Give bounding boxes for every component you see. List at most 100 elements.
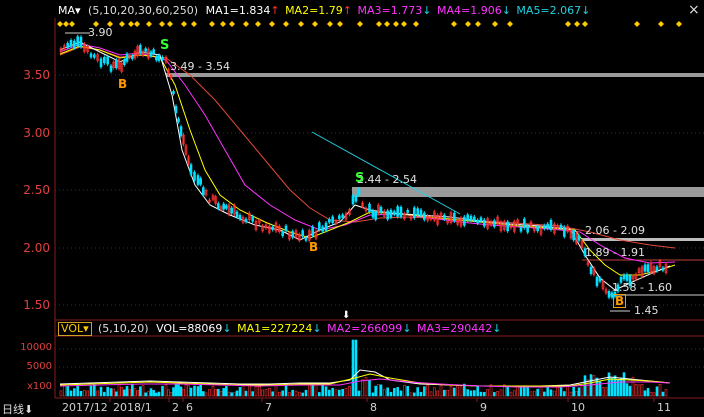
candle-body	[149, 51, 153, 57]
volume-bar	[204, 392, 208, 397]
volume-bar	[449, 385, 453, 397]
volume-bar	[139, 386, 142, 397]
candle-body	[406, 210, 409, 213]
volume-bar	[423, 386, 426, 397]
stock-chart[interactable]	[0, 0, 704, 417]
cursor-down-arrow-icon: ⬇	[342, 310, 351, 321]
candle-body	[225, 205, 228, 209]
signal-diamond	[413, 21, 419, 27]
period-arrow-icon: ⬇	[24, 403, 34, 416]
volume-bar	[222, 388, 225, 397]
volume-bar	[374, 385, 377, 397]
time-label-10: 10	[571, 401, 585, 414]
volume-bar	[563, 391, 566, 397]
volume-bar	[566, 385, 569, 397]
volume-bar	[513, 390, 516, 397]
candle-body	[115, 59, 118, 69]
vol-tick-5000: 5000	[26, 361, 52, 372]
signal-diamond	[243, 21, 249, 27]
volume-bar	[509, 391, 513, 397]
candle-body	[416, 208, 419, 216]
volume-bar	[294, 390, 298, 397]
ma-selector[interactable]: MA▾	[58, 4, 81, 17]
volume-bar	[208, 389, 211, 397]
candle-body	[311, 226, 314, 237]
volume-bar	[106, 386, 109, 397]
volume-bar	[261, 389, 264, 397]
candle-body	[589, 266, 593, 274]
buy-signal-3[interactable]: B	[613, 294, 627, 308]
volume-bar	[164, 384, 168, 397]
candle-body	[443, 214, 446, 220]
volume-bar	[569, 391, 573, 397]
vol-tick-x100: x100	[26, 381, 52, 392]
buy-signal-2[interactable]: B	[309, 240, 318, 254]
volume-bar	[371, 392, 375, 397]
candle-body	[155, 56, 158, 61]
period-selector[interactable]: 日线⬇	[2, 401, 33, 417]
candle-body	[193, 171, 196, 181]
range-label-1: 3.49 - 3.54	[170, 60, 230, 73]
volume-bar	[413, 392, 416, 397]
volume-bar	[439, 385, 443, 397]
ma1-arrow: ↑	[270, 4, 280, 17]
buy-signal-1[interactable]: B	[118, 77, 127, 91]
signal-diamond	[220, 21, 226, 27]
volume-bar	[619, 377, 623, 397]
volume-bar	[238, 387, 242, 397]
volume-bar	[640, 384, 644, 397]
volume-bar	[331, 387, 334, 397]
signal-diamond	[167, 21, 173, 27]
ma2-value: MA2=1.79	[285, 4, 343, 17]
candle-body	[331, 216, 334, 224]
volume-legend: (5,10,20) VOL=88069↓ MA1=227224↓ MA2=266…	[98, 322, 501, 336]
volume-bar	[301, 392, 304, 397]
sell-signal-2[interactable]: S	[355, 171, 364, 186]
candle-body	[473, 216, 476, 221]
volume-bar	[403, 385, 406, 397]
signal-diamond	[384, 21, 390, 27]
volume-bar	[311, 383, 314, 397]
candle-body	[230, 207, 233, 214]
volume-bar	[604, 387, 608, 397]
signal-diamond	[475, 21, 481, 27]
volume-bar	[281, 390, 284, 397]
close-icon[interactable]: ×	[688, 2, 700, 18]
volume-bar	[79, 390, 83, 397]
candle-body	[374, 211, 377, 220]
volume-bar	[406, 385, 409, 397]
candle-body	[235, 211, 239, 217]
candle-body	[483, 219, 486, 227]
volume-bar	[446, 389, 449, 397]
candle-body	[328, 218, 331, 223]
volume-bar	[429, 391, 433, 397]
volume-bar	[291, 389, 294, 397]
time-label-6: 6	[186, 401, 193, 414]
volume-bar	[241, 384, 245, 397]
volume-bar	[516, 386, 519, 397]
vol-selector[interactable]: VOL▾	[58, 322, 92, 336]
volume-bar	[469, 390, 473, 397]
volume-bar	[486, 389, 489, 397]
volume-bar	[493, 392, 496, 397]
volume-bar	[202, 391, 205, 397]
volume-bar	[179, 386, 183, 397]
volume-bar	[473, 390, 476, 397]
volume-bar	[184, 384, 188, 397]
signal-diamond	[128, 21, 134, 27]
candle-body	[199, 178, 202, 185]
sell-signal-1[interactable]: S	[160, 38, 169, 53]
volume-bar	[628, 385, 632, 397]
signal-diamond	[401, 21, 407, 27]
volume-bar	[133, 388, 137, 397]
signal-diamond	[134, 21, 140, 27]
candle-body	[506, 221, 509, 232]
candle-body	[479, 217, 483, 222]
volume-bar	[383, 389, 386, 397]
volume-bar	[304, 389, 308, 397]
signal-diamond	[269, 21, 275, 27]
volume-bar	[120, 386, 123, 397]
signal-diamond	[298, 21, 304, 27]
volume-bar	[103, 391, 106, 397]
candle-body	[99, 58, 103, 68]
